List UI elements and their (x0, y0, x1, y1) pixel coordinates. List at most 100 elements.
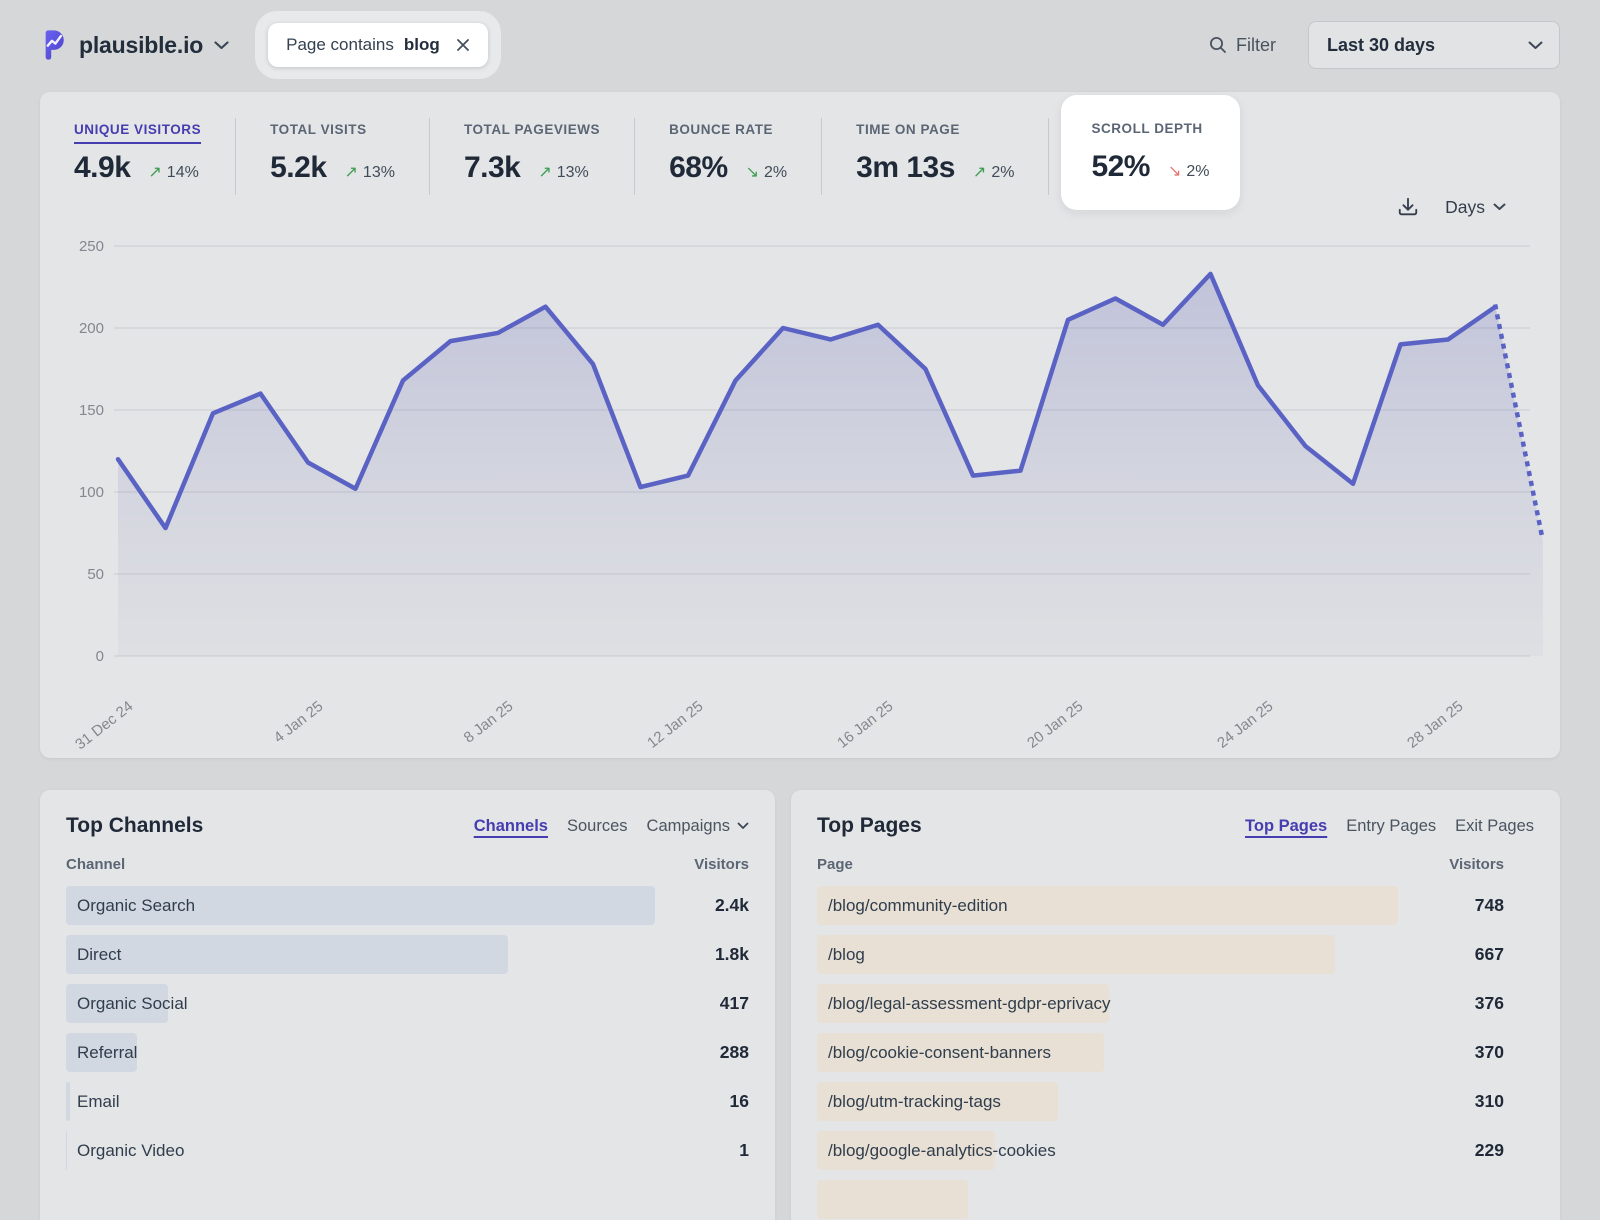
close-icon[interactable] (456, 38, 470, 52)
trend-arrow-icon: ↗ (973, 162, 986, 182)
metric-delta: ↘ 2% (1168, 161, 1210, 181)
row-label: Direct (77, 930, 121, 979)
row-value: 1 (739, 1126, 749, 1175)
y-axis-tick: 250 (79, 238, 104, 255)
row-label: /blog/legal-assessment-gdpr-eprivacy (828, 979, 1111, 1028)
top-pages-panel: Top Pages Top Pages Entry Pages Exit Pages… (791, 790, 1560, 1220)
metric-label: UNIQUE VISITORS (74, 122, 201, 137)
pages-rows: /blog/community-edition 748/blog667/blog/… (817, 881, 1534, 1220)
table-row-blog-legal-assessment-gdpr-eprivacy[interactable]: /blog/legal-assessment-gdpr-eprivacy 376 (817, 979, 1534, 1028)
tab-campaigns[interactable]: Campaigns (647, 817, 749, 836)
table-row-blog-utm-tracking-tags[interactable]: /blog/utm-tracking-tags310 (817, 1077, 1534, 1126)
chevron-down-icon (1528, 41, 1543, 50)
trend-arrow-icon: ↗ (345, 162, 358, 182)
column-header-page: Page (817, 856, 853, 873)
table-row-organic-social[interactable]: Organic Social417 (66, 979, 749, 1028)
metric-time-on-page[interactable]: TIME ON PAGE3m 13s↗2% (822, 118, 1049, 195)
row-label: Email (77, 1077, 120, 1126)
top-pages-tabs: Top Pages Entry Pages Exit Pages (1245, 817, 1534, 836)
filter-button-label: Filter (1236, 35, 1276, 56)
chevron-down-icon (214, 41, 229, 50)
column-header-channel: Channel (66, 856, 125, 873)
metric-delta: ↘ 2% (746, 162, 788, 182)
metric-delta: ↗13% (538, 162, 588, 182)
metric-label: TIME ON PAGE (856, 122, 1014, 137)
row-value: 370 (1475, 1028, 1504, 1077)
table-row-blog-community-edition[interactable]: /blog/community-edition 748 (817, 881, 1534, 930)
tab-exit-pages[interactable]: Exit Pages (1455, 817, 1534, 836)
table-row-blog[interactable]: /blog667 (817, 930, 1534, 979)
row-label: /blog/cookie-consent-banners (828, 1028, 1051, 1077)
search-icon (1209, 36, 1227, 54)
x-axis-tick: 31 Dec 24 (72, 698, 136, 754)
row-label: Organic Video (77, 1126, 184, 1175)
visitors-area-chart[interactable]: 05010015020025031 Dec 244 Jan 258 Jan 25… (40, 228, 1560, 758)
metric-unique-visitors[interactable]: UNIQUE VISITORS 4.9k ↗14% (74, 118, 236, 195)
site-switcher[interactable]: plausible.io (40, 29, 229, 61)
metric-label: TOTAL PAGEVIEWS (464, 122, 600, 137)
table-row-blog-cookie-consent-banners[interactable]: /blog/cookie-consent-banners 370 (817, 1028, 1534, 1077)
top-channels-title: Top Channels (66, 814, 203, 838)
row-value: 1.8k (715, 930, 749, 979)
metric-total-visits[interactable]: TOTAL VISITS5.2k↗13% (236, 118, 430, 195)
metric-value: 5.2k (270, 151, 326, 185)
metric-value: 4.9k (74, 151, 130, 185)
metric-label: BOUNCE RATE (669, 122, 787, 137)
site-name: plausible.io (79, 32, 203, 59)
top-bar: plausible.io Page contains blog Filter L… (0, 0, 1600, 90)
metric-bounce-rate[interactable]: BOUNCE RATE68%↘2% (635, 118, 822, 195)
value-bar (817, 935, 1335, 974)
table-row-organic-search[interactable]: Organic Search2.4k (66, 881, 749, 930)
x-axis-tick: 8 Jan 25 (461, 698, 517, 747)
date-range-select[interactable]: Last 30 days (1308, 21, 1560, 69)
row-value: 667 (1475, 930, 1504, 979)
analytics-panel: UNIQUE VISITORS4.9k↗14%TOTAL VISITS5.2k↗… (40, 92, 1560, 758)
column-header-visitors: Visitors (694, 856, 749, 873)
table-row-organic-video[interactable]: Organic Video 1 (66, 1126, 749, 1175)
row-label: Referral (77, 1028, 137, 1077)
chevron-down-icon (1493, 203, 1506, 211)
x-axis-tick: 4 Jan 25 (271, 698, 327, 747)
filter-chip-value: blog (404, 35, 440, 55)
x-axis-tick: 28 Jan 25 (1404, 698, 1466, 752)
row-value: 748 (1475, 881, 1504, 930)
metric-delta: ↗ 13% (345, 162, 395, 182)
row-label: /blog/google-analytics-cookies (828, 1126, 1056, 1175)
metric-delta: ↗14% (148, 162, 198, 182)
y-axis-tick: 200 (79, 320, 104, 337)
table-row-email[interactable]: Email16 (66, 1077, 749, 1126)
table-row-direct[interactable]: Direct 1.8k (66, 930, 749, 979)
metric-delta-value: 2% (991, 164, 1014, 182)
row-label: Organic Social (77, 979, 188, 1028)
table-row-referral[interactable]: Referral288 (66, 1028, 749, 1077)
chart-controls: Days (1397, 196, 1506, 218)
interval-select[interactable]: Days (1445, 197, 1506, 218)
row-label: /blog/community-edition (828, 881, 1008, 930)
metric-delta: ↗ 2% (973, 162, 1015, 182)
metric-delta-value: 2% (764, 164, 787, 182)
breakdown-panels: Top Channels Channels Sources Campaigns Ch… (40, 790, 1560, 1220)
download-icon[interactable] (1397, 196, 1419, 218)
metric-delta-value: 14% (167, 164, 199, 182)
metric-delta-value: 2% (1186, 163, 1209, 181)
filter-chip-highlight-ring: Page contains blog (255, 11, 501, 79)
tab-sources[interactable]: Sources (567, 817, 628, 836)
trend-arrow-icon: ↘ (746, 162, 759, 182)
metric-delta-value: 13% (363, 164, 395, 182)
metric-label: SCROLL DEPTH (1091, 121, 1209, 136)
value-bar (817, 1180, 968, 1219)
tab-entry-pages[interactable]: Entry Pages (1346, 817, 1436, 836)
filter-chip[interactable]: Page contains blog (268, 23, 488, 67)
metric-delta-value: 13% (557, 164, 589, 182)
filter-button[interactable]: Filter (1209, 35, 1276, 56)
metric-scroll-depth[interactable]: SCROLL DEPTH52%↘2% (1061, 95, 1239, 210)
table-row-blog-google-analytics-cookies[interactable]: /blog/google-analytics-cookies229 (817, 1126, 1534, 1175)
top-pages-title: Top Pages (817, 814, 922, 838)
tab-top-pages[interactable]: Top Pages (1245, 817, 1327, 836)
metric-total-pageviews[interactable]: TOTAL PAGEVIEWS7.3k↗13% (430, 118, 635, 195)
row-value: 2.4k (715, 881, 749, 930)
table-row-partial[interactable] (817, 1175, 1534, 1220)
row-value: 376 (1475, 979, 1504, 1028)
trend-arrow-icon: ↘ (1168, 161, 1181, 181)
tab-channels[interactable]: Channels (474, 817, 548, 836)
